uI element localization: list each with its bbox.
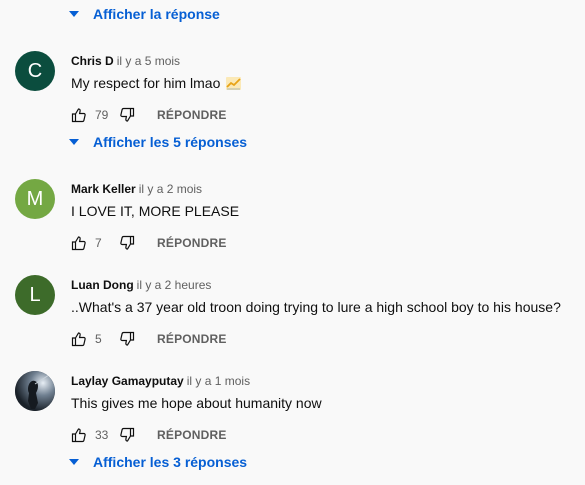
comment-actions: 7 RÉPONDRE [71, 233, 227, 253]
show-replies-label: Afficher les 5 réponses [93, 134, 248, 150]
show-replies-button[interactable]: Afficher la réponse [68, 6, 220, 22]
avatar[interactable]: M [15, 179, 55, 219]
comment-header: Mark Keller il y a 2 mois [71, 182, 202, 196]
show-replies-button[interactable]: Afficher les 3 réponses [68, 454, 247, 470]
author-name[interactable]: Mark Keller [71, 182, 136, 196]
reply-button[interactable]: RÉPONDRE [157, 428, 227, 442]
like-count: 79 [95, 108, 109, 122]
comment-time[interactable]: il y a 2 heures [137, 278, 212, 292]
caret-down-icon [68, 8, 80, 20]
avatar-letter: C [27, 59, 43, 82]
caret-down-icon [68, 136, 80, 148]
author-name[interactable]: Luan Dong [71, 278, 134, 292]
comment-time[interactable]: il y a 1 mois [187, 374, 250, 388]
show-replies-label: Afficher les 3 réponses [93, 454, 248, 470]
avatar[interactable]: L [15, 275, 55, 315]
thumbs-down-icon[interactable] [119, 427, 135, 443]
author-name[interactable]: Laylay Gamayputay [71, 374, 184, 388]
like-count: 33 [95, 428, 109, 442]
reply-button[interactable]: RÉPONDRE [157, 236, 227, 250]
comment-header: Luan Dong il y a 2 heures [71, 278, 211, 292]
comment-text-content: My respect for him lmao [71, 75, 221, 91]
comment-text: My respect for him lmao [71, 75, 242, 93]
reply-button[interactable]: RÉPONDRE [157, 108, 227, 122]
thumbs-down-icon[interactable] [119, 235, 135, 251]
chart-increasing-emoji [226, 77, 242, 93]
show-replies-label: Afficher la réponse [93, 6, 220, 22]
thumbs-up-icon[interactable] [71, 107, 87, 123]
thumbs-up-icon[interactable] [71, 235, 87, 251]
comment-actions: 79 RÉPONDRE [71, 105, 227, 125]
show-replies-button[interactable]: Afficher les 5 réponses [68, 134, 247, 150]
comment-time[interactable]: il y a 5 mois [117, 54, 180, 68]
comment-text: This gives me hope about humanity now [71, 395, 322, 411]
thumbs-down-icon[interactable] [119, 331, 135, 347]
reply-button[interactable]: RÉPONDRE [157, 332, 227, 346]
like-count: 5 [95, 332, 102, 346]
author-name[interactable]: Chris D [71, 54, 114, 68]
avatar[interactable] [15, 371, 55, 411]
like-count: 7 [95, 236, 102, 250]
avatar-image [15, 371, 55, 411]
thumbs-up-icon[interactable] [71, 331, 87, 347]
comment-time[interactable]: il y a 2 mois [139, 182, 202, 196]
comment-actions: 33 RÉPONDRE [71, 425, 227, 445]
caret-down-icon [68, 456, 80, 468]
comment-header: Laylay Gamayputay il y a 1 mois [71, 374, 250, 388]
comment-header: Chris Dil y a 5 mois [71, 54, 180, 68]
comment-text: I LOVE IT, MORE PLEASE [71, 203, 240, 219]
comment-text: ..What's a 37 year old troon doing tryin… [71, 299, 561, 315]
thumbs-up-icon[interactable] [71, 427, 87, 443]
thumbs-down-icon[interactable] [119, 107, 135, 123]
avatar-letter: M [26, 187, 44, 210]
comment-actions: 5 RÉPONDRE [71, 329, 227, 349]
avatar-letter: L [29, 283, 41, 306]
avatar[interactable]: C [15, 51, 55, 91]
